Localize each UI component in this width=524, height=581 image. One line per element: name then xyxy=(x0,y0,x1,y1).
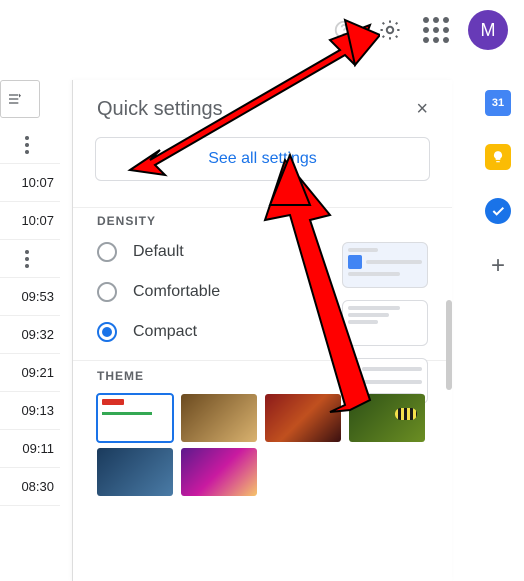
option-label: Comfortable xyxy=(133,283,220,301)
panel-title: Quick settings xyxy=(97,98,223,121)
density-section: Default Comfortable Compact xyxy=(73,242,452,360)
apps-icon[interactable] xyxy=(422,16,450,44)
mail-time[interactable]: 10:07 xyxy=(0,202,60,240)
theme-thumb[interactable] xyxy=(97,448,173,496)
mail-time[interactable]: 09:11 xyxy=(0,430,60,468)
mail-time[interactable]: 09:53 xyxy=(0,278,60,316)
calendar-icon[interactable]: 31 xyxy=(485,90,511,116)
radio-icon xyxy=(97,322,117,342)
close-icon[interactable]: × xyxy=(416,98,428,121)
app-header: M xyxy=(0,0,524,60)
mail-time[interactable]: 09:21 xyxy=(0,354,60,392)
radio-icon xyxy=(97,282,117,302)
add-panel-icon[interactable]: + xyxy=(491,252,505,280)
theme-thumb[interactable] xyxy=(181,448,257,496)
mail-list-times: 10:07 10:07 09:53 09:32 09:21 09:13 09:1… xyxy=(0,80,60,506)
more-icon[interactable] xyxy=(0,240,60,278)
radio-icon xyxy=(97,242,117,262)
more-icon[interactable] xyxy=(0,126,60,164)
section-picker[interactable] xyxy=(0,80,40,118)
mail-time[interactable]: 10:07 xyxy=(0,164,60,202)
density-label: DENSITY xyxy=(73,208,452,242)
density-preview-default xyxy=(342,242,428,288)
option-label: Compact xyxy=(133,323,197,341)
theme-thumb[interactable] xyxy=(181,394,257,442)
gear-icon[interactable] xyxy=(376,16,404,44)
see-all-settings-button[interactable]: See all settings xyxy=(95,137,430,181)
avatar[interactable]: M xyxy=(468,10,508,50)
tasks-icon[interactable] xyxy=(485,198,511,224)
support-icon[interactable] xyxy=(330,16,358,44)
theme-thumb-default[interactable] xyxy=(97,394,173,442)
keep-icon[interactable] xyxy=(485,144,511,170)
theme-label: THEME xyxy=(97,369,144,383)
mail-time[interactable]: 09:32 xyxy=(0,316,60,354)
option-label: Default xyxy=(133,243,184,261)
theme-thumb[interactable] xyxy=(265,394,341,442)
mail-time[interactable]: 08:30 xyxy=(0,468,60,506)
theme-thumb[interactable] xyxy=(349,394,425,442)
mail-time[interactable]: 09:13 xyxy=(0,392,60,430)
side-panel: 31 + xyxy=(472,90,524,280)
density-preview-comfortable xyxy=(342,300,428,346)
quick-settings-panel: Quick settings × See all settings DENSIT… xyxy=(72,80,452,581)
